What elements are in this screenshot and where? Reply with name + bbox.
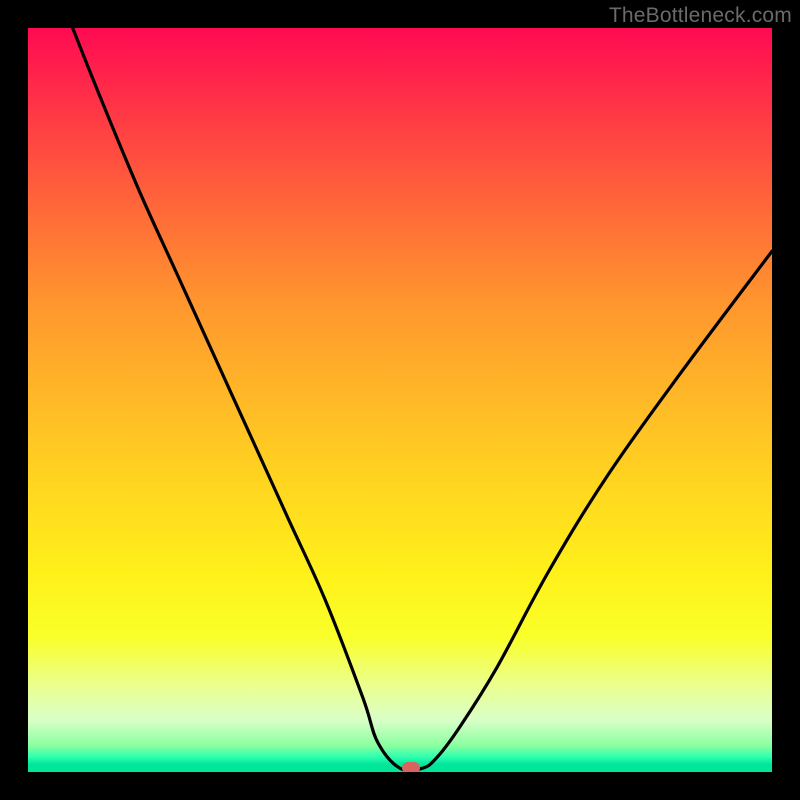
watermark-text: TheBottleneck.com <box>609 4 792 28</box>
plot-area <box>28 28 772 772</box>
minimum-marker <box>402 762 420 772</box>
curve-svg <box>28 28 772 772</box>
bottleneck-curve-path <box>73 28 772 771</box>
chart-frame <box>28 28 772 772</box>
